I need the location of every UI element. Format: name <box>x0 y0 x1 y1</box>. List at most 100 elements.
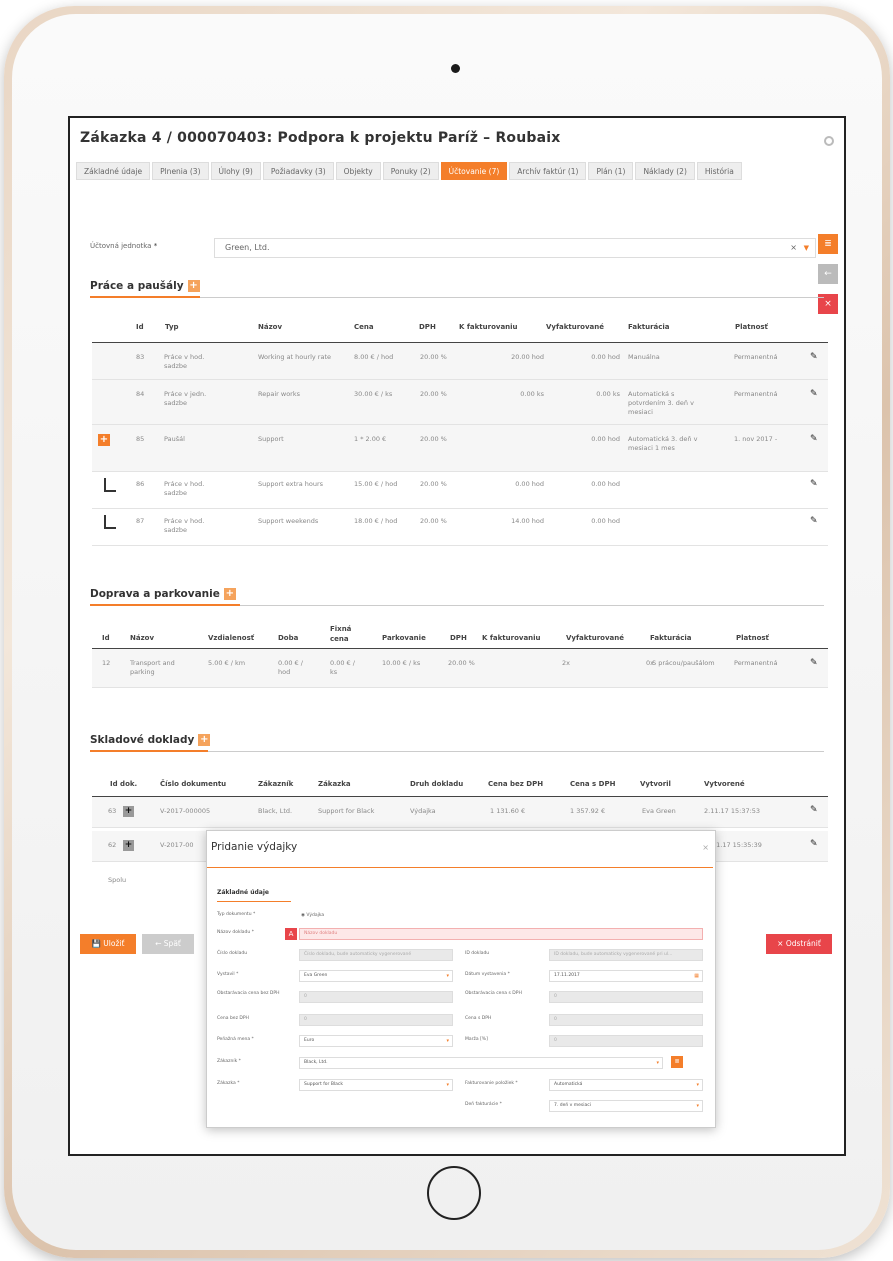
stock-heading: Skladové doklady + <box>90 734 211 746</box>
tab-basic-info[interactable]: Základné údaje <box>76 162 151 180</box>
margin-label: Marža [%] <box>465 1037 488 1042</box>
col-price-net: Cena bez DPH <box>488 780 544 788</box>
expand-plus-icon[interactable]: + <box>123 806 134 817</box>
radio-icon: ◉ <box>301 913 305 918</box>
table-row[interactable]: 87 Práce v hod. sadzbe Support weekends … <box>92 509 828 546</box>
expand-plus-icon[interactable]: + <box>123 840 134 851</box>
divider-accent <box>217 901 291 902</box>
col-doc-number: Číslo dokumentu <box>160 780 227 788</box>
tab-fulfillments[interactable]: Plnenia (3) <box>152 162 209 180</box>
tab-costs[interactable]: Náklady (2) <box>635 162 695 180</box>
issue-date-value: 17.11.2017 <box>554 973 580 978</box>
billing-select[interactable]: Automatická ▾ <box>549 1079 703 1091</box>
cell-invoicing: Automatická s potvrdením 3. deň v mesiac… <box>628 390 694 416</box>
billing-label: Fakturovanie položiek * <box>465 1081 518 1086</box>
customer-select[interactable]: Black, Ltd. ▾ <box>299 1057 663 1069</box>
close-icon[interactable]: × <box>702 843 709 852</box>
issue-date-input[interactable]: 17.11.2017 ▦ <box>549 970 703 982</box>
id-input[interactable]: ID dokladu, bude automaticky vygenerovan… <box>549 949 703 961</box>
add-transport-icon[interactable]: + <box>223 588 236 600</box>
pencil-icon[interactable]: ✎ <box>810 389 818 399</box>
error-icon: A <box>285 928 297 940</box>
gross-input[interactable]: 0 <box>549 1014 703 1026</box>
margin-input[interactable]: 0 <box>549 1035 703 1047</box>
table-row[interactable]: 63 + V-2017-000005 Black, Ltd. Support f… <box>92 797 828 828</box>
tab-offers[interactable]: Ponuky (2) <box>382 162 439 180</box>
home-button[interactable] <box>427 1166 481 1220</box>
col-fixed-price: Fixná cena <box>330 625 352 643</box>
pencil-icon[interactable]: ✎ <box>810 516 818 526</box>
cell-vat: 20.00 % <box>420 435 447 443</box>
cell-name: Working at hourly rate <box>258 353 331 361</box>
issued-by-select[interactable]: Eva Green ▾ <box>299 970 453 982</box>
cell-vat: 20.00 % <box>420 480 447 488</box>
cell-duration: 0.00 € / hod <box>278 659 303 676</box>
doc-type-radio[interactable]: ◉ Výdajka <box>301 913 324 918</box>
back-arrow-icon[interactable]: ← <box>818 264 838 284</box>
tab-accounting[interactable]: Účtovanie (7) <box>440 162 508 180</box>
cell-name: Repair works <box>258 390 300 398</box>
cell-price-net: 1 131.60 € <box>490 807 526 815</box>
cell-name: Support extra hours <box>258 480 324 488</box>
tab-requests[interactable]: Požiadavky (3) <box>262 162 334 180</box>
table-row[interactable]: 83 Práce v hod. sadzbe Working at hourly… <box>92 343 828 380</box>
tab-invoice-archive[interactable]: Archív faktúr (1) <box>509 162 587 180</box>
id-label: ID dokladu <box>465 951 490 956</box>
price-without-input[interactable]: 0 <box>299 991 453 1003</box>
pencil-icon[interactable]: ✎ <box>810 658 818 668</box>
cell-price: 18.00 € / hod <box>354 517 398 525</box>
tab-plan[interactable]: Plán (1) <box>588 162 634 180</box>
cell-type: Práce v jedn. sadzbe <box>164 390 207 407</box>
order-value: Support for Black <box>304 1082 344 1087</box>
table-row[interactable]: + 85 Paušál Support 1 * 2.00 € 20.00 % 0… <box>92 425 828 472</box>
delete-button[interactable]: × Odstrániť <box>766 934 832 954</box>
save-icon: 💾 <box>91 939 101 948</box>
expand-plus-icon[interactable]: + <box>98 434 110 446</box>
pencil-icon[interactable]: ✎ <box>810 352 818 362</box>
save-button[interactable]: 💾 Uložiť <box>80 934 136 954</box>
accounting-unit-select[interactable]: Green, Ltd. × ▼ <box>214 238 816 258</box>
clear-icon[interactable]: × <box>790 239 797 257</box>
cell-doc-id: 63 <box>108 807 117 815</box>
add-stock-icon[interactable]: + <box>198 734 211 746</box>
col-invoiced: Vyfakturované <box>546 323 605 331</box>
name-input[interactable]: Názov dokladu <box>299 928 703 940</box>
chevron-down-icon: ▾ <box>446 1038 449 1044</box>
chevron-down-icon: ▼ <box>803 244 809 252</box>
divider-accent <box>90 296 200 298</box>
list-icon[interactable]: ≣ <box>671 1056 683 1068</box>
tab-history[interactable]: História <box>696 162 742 180</box>
billing-day-select[interactable]: 7. deň v mesiaci ▾ <box>549 1100 703 1112</box>
divider-accent <box>90 604 240 606</box>
work-heading: Práce a paušály + <box>90 280 200 292</box>
cell-created: 2.11.17 15:37:53 <box>704 807 761 815</box>
settings-icon[interactable] <box>824 136 834 146</box>
pencil-icon[interactable]: ✎ <box>810 839 818 849</box>
tab-tasks[interactable]: Úlohy (9) <box>210 162 261 180</box>
table-row[interactable]: 12 Transport and parking 5.00 € / km 0.0… <box>92 649 828 688</box>
add-work-icon[interactable]: + <box>187 280 200 292</box>
number-label: Číslo dokladu <box>217 951 248 956</box>
net-input[interactable]: 0 <box>299 1014 453 1026</box>
table-row[interactable]: 86 Práce v hod. sadzbe Support extra hou… <box>92 472 828 509</box>
app-screen: Zákazka 4 / 000070403: Podpora k projekt… <box>68 116 846 1156</box>
col-created-by: Vytvoril <box>640 780 671 788</box>
pencil-icon[interactable]: ✎ <box>810 805 818 815</box>
table-row[interactable]: 84 Práce v jedn. sadzbe Repair works 30.… <box>92 380 828 425</box>
tab-objects[interactable]: Objekty <box>335 162 381 180</box>
back-button[interactable]: ← Späť <box>142 934 194 954</box>
save-label: Uložiť <box>103 939 125 948</box>
col-id: Id <box>102 634 110 642</box>
number-input[interactable]: Číslo dokladu, bude automaticky vygenero… <box>299 949 453 961</box>
order-select[interactable]: Support for Black ▾ <box>299 1079 453 1091</box>
price-with-input[interactable]: 0 <box>549 991 703 1003</box>
cell-invoiced: 0.00 hod <box>591 480 620 488</box>
work-table-header: Id Typ Názov Cena DPH K fakturovaniu Vyf… <box>70 323 844 337</box>
currency-select[interactable]: Euro ▾ <box>299 1035 453 1047</box>
cell-type: Paušál <box>164 435 185 443</box>
pencil-icon[interactable]: ✎ <box>810 434 818 444</box>
list-icon[interactable]: ≣ <box>818 234 838 254</box>
cell-invoicing: Manuálna <box>628 353 660 361</box>
pencil-icon[interactable]: ✎ <box>810 479 818 489</box>
cell-created-by: Eva Green <box>642 807 676 815</box>
